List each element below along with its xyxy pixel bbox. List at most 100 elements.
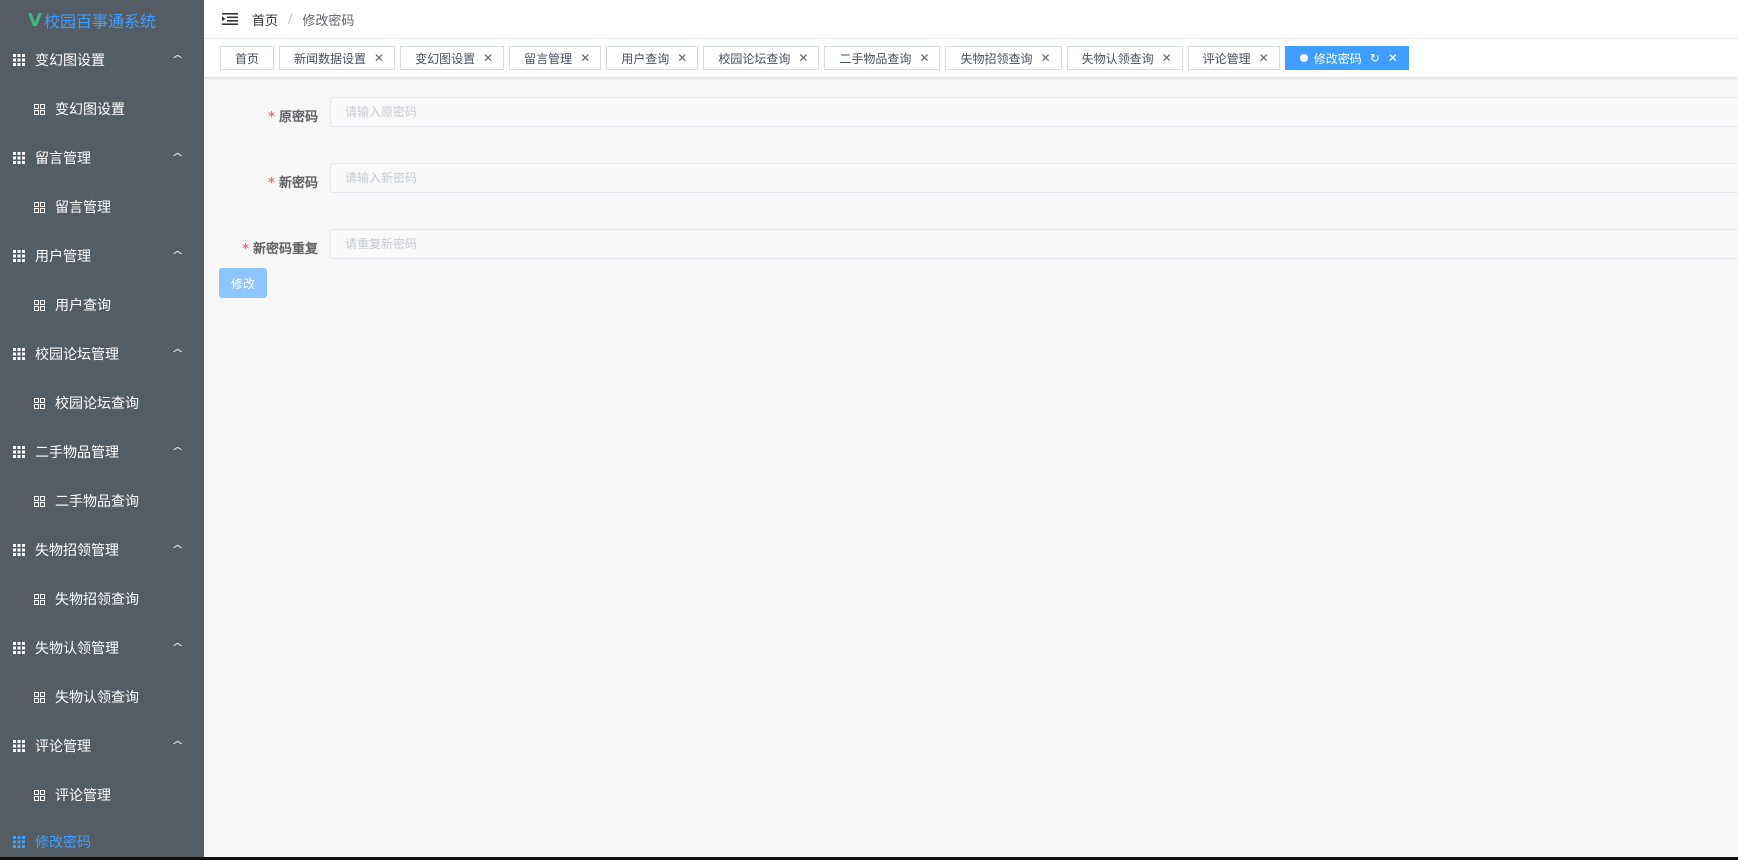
menu-fold-icon[interactable] xyxy=(222,13,238,25)
app-title: 校园百事通系统 xyxy=(43,12,156,31)
breadcrumb-home[interactable]: 首页 xyxy=(252,10,278,29)
close-icon[interactable]: ✕ xyxy=(919,51,929,65)
close-icon[interactable]: ✕ xyxy=(1259,51,1269,65)
close-icon[interactable]: ✕ xyxy=(374,51,384,65)
sidebar-group: 二手物品管理 ^ 二手物品查询 xyxy=(0,432,204,530)
grid-icon xyxy=(13,152,25,164)
sidebar-item-label: 校园论坛查询 xyxy=(55,396,139,412)
grid-icon xyxy=(13,836,25,848)
tab[interactable]: 留言管理 ✕ xyxy=(509,46,602,70)
sidebar-item[interactable]: 失物招领查询 xyxy=(0,570,204,628)
close-icon[interactable]: ✕ xyxy=(677,51,687,65)
tab[interactable]: 评论管理 ✕ xyxy=(1187,46,1280,70)
chevron-up-icon[interactable]: ^ xyxy=(171,347,184,360)
tab-label: 用户查询 xyxy=(621,51,670,66)
tab[interactable]: 变幻图设置 ✕ xyxy=(400,46,505,70)
sidebar-menu: 变幻图设置 ^ 变幻图设置 留言管理 ^ 留言管理 用户管理 ^ 用户查询 校园论坛管理 ^ 校园论坛… xyxy=(0,40,204,824)
tab[interactable]: 用户查询 ✕ xyxy=(606,46,699,70)
submit-button[interactable]: 修改 xyxy=(219,268,267,298)
sidebar-item[interactable]: 变幻图设置 xyxy=(0,80,204,138)
tab[interactable]: 失物招领查询 ✕ xyxy=(945,46,1062,70)
chevron-up-icon[interactable]: ^ xyxy=(171,151,184,164)
sidebar-group-title[interactable]: 变幻图设置 ^ xyxy=(0,40,204,80)
close-icon[interactable]: ✕ xyxy=(1041,51,1051,65)
required-mark: * xyxy=(268,110,275,125)
apps-icon xyxy=(34,495,45,507)
tab[interactable]: 新闻数据设置 ✕ xyxy=(279,46,396,70)
vue-logo-icon: V xyxy=(28,9,42,31)
close-icon[interactable]: ✕ xyxy=(483,51,493,65)
form-label-text: 原密码 xyxy=(278,110,318,125)
form-label: * 原密码 xyxy=(204,106,318,125)
chevron-up-icon[interactable]: ^ xyxy=(171,641,184,654)
sidebar-item[interactable]: 失物认领查询 xyxy=(0,668,204,726)
chevron-up-icon[interactable]: ^ xyxy=(171,739,184,752)
sidebar-item-label: 二手物品查询 xyxy=(55,494,139,510)
required-mark: * xyxy=(242,242,249,257)
app-root: V 校园百事通系统 变幻图设置 ^ 变幻图设置 留言管理 ^ 留言管理 用户管理 ^ 用户查询校… xyxy=(0,0,1738,860)
chevron-up-icon[interactable]: ^ xyxy=(171,53,184,66)
password-input[interactable] xyxy=(330,97,1738,127)
form-label: * 新密码重复 xyxy=(204,238,318,257)
tab-label: 新闻数据设置 xyxy=(294,51,367,66)
close-icon[interactable]: ✕ xyxy=(1162,51,1172,65)
password-input[interactable] xyxy=(330,163,1738,193)
sidebar-item[interactable]: 评论管理 xyxy=(0,766,204,824)
tab-active[interactable]: 修改密码 ↻ ✕ xyxy=(1284,46,1409,70)
sidebar-item-label: 修改密码 xyxy=(35,835,91,851)
sidebar-group-title[interactable]: 校园论坛管理 ^ xyxy=(0,334,204,374)
apps-icon xyxy=(34,691,45,703)
required-mark: * xyxy=(268,176,275,191)
sidebar-group-label: 失物认领管理 xyxy=(35,641,119,657)
sidebar-group: 校园论坛管理 ^ 校园论坛查询 xyxy=(0,334,204,432)
sidebar-group-title[interactable]: 失物招领管理 ^ xyxy=(0,530,204,570)
tab[interactable]: 二手物品查询 ✕ xyxy=(824,46,941,70)
grid-icon xyxy=(13,544,25,556)
apps-icon xyxy=(34,299,45,311)
sidebar-group-title[interactable]: 评论管理 ^ xyxy=(0,726,204,766)
form-label: * 新密码 xyxy=(204,172,318,191)
tab-label: 二手物品查询 xyxy=(839,51,912,66)
sidebar-item[interactable]: 留言管理 xyxy=(0,178,204,236)
tab[interactable]: 失物认领查询 ✕ xyxy=(1066,46,1183,70)
close-icon[interactable]: ✕ xyxy=(580,51,590,65)
sidebar-group-title[interactable]: 失物认领管理 ^ xyxy=(0,628,204,668)
sidebar-group-label: 校园论坛管理 xyxy=(35,347,119,363)
sidebar: V 校园百事通系统 变幻图设置 ^ 变幻图设置 留言管理 ^ 留言管理 用户管理 ^ 用户查询校… xyxy=(0,0,204,860)
sidebar-group-title[interactable]: 用户管理 ^ xyxy=(0,236,204,276)
sidebar-group-title[interactable]: 留言管理 ^ xyxy=(0,138,204,178)
sidebar-group: 失物认领管理 ^ 失物认领查询 xyxy=(0,628,204,726)
apps-icon xyxy=(34,201,45,213)
form-fields: * 原密码 * 新密码 * 新密码重复 xyxy=(204,97,1738,295)
close-icon[interactable]: ✕ xyxy=(798,51,808,65)
sidebar-group-label: 留言管理 xyxy=(35,151,91,167)
tab[interactable]: 首页 xyxy=(220,46,275,70)
apps-icon xyxy=(34,103,45,115)
sidebar-group: 留言管理 ^ 留言管理 xyxy=(0,138,204,236)
sidebar-group-label: 评论管理 xyxy=(35,739,91,755)
sidebar-item-label: 评论管理 xyxy=(55,788,111,804)
refresh-icon[interactable]: ↻ xyxy=(1370,51,1380,65)
sidebar-item[interactable]: 校园论坛查询 xyxy=(0,374,204,432)
sidebar-group: 变幻图设置 ^ 变幻图设置 xyxy=(0,40,204,138)
grid-icon xyxy=(13,740,25,752)
grid-icon xyxy=(13,642,25,654)
tab[interactable]: 校园论坛查询 ✕ xyxy=(703,46,820,70)
sidebar-item[interactable]: 二手物品查询 xyxy=(0,472,204,530)
close-icon[interactable]: ✕ xyxy=(1388,51,1398,65)
sidebar-item-change-password[interactable]: 修改密码 xyxy=(0,824,204,860)
grid-icon xyxy=(13,446,25,458)
sidebar-group-title[interactable]: 二手物品管理 ^ xyxy=(0,432,204,472)
chevron-up-icon[interactable]: ^ xyxy=(171,543,184,556)
chevron-up-icon[interactable]: ^ xyxy=(171,249,184,262)
sidebar-group: 失物招领管理 ^ 失物招领查询 xyxy=(0,530,204,628)
grid-icon xyxy=(13,250,25,262)
tab-label: 评论管理 xyxy=(1202,51,1251,66)
sidebar-item[interactable]: 用户查询 xyxy=(0,276,204,334)
app-logo[interactable]: V 校园百事通系统 xyxy=(0,0,204,40)
form-label-text: 新密码 xyxy=(278,176,318,191)
form-label-text: 新密码重复 xyxy=(252,242,318,257)
password-input[interactable] xyxy=(330,229,1738,259)
chevron-up-icon[interactable]: ^ xyxy=(171,445,184,458)
sidebar-item-label: 失物认领查询 xyxy=(55,690,139,706)
